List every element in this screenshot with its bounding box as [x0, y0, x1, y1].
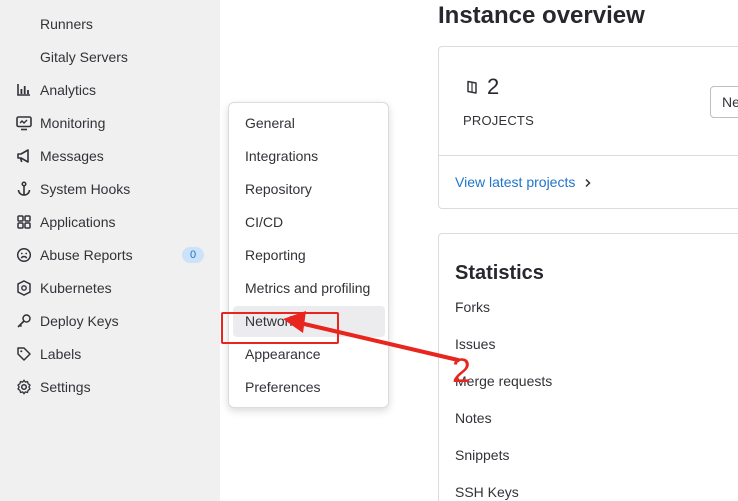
stat-snippets: Snippets [455, 447, 510, 463]
bullhorn-icon [16, 148, 32, 164]
page-title: Instance overview [438, 2, 645, 29]
sidebar-item-analytics[interactable]: Analytics [0, 75, 220, 105]
tag-icon [16, 346, 32, 362]
project-icon [465, 80, 479, 94]
menu-item-preferences[interactable]: Preferences [233, 372, 385, 403]
projects-label: PROJECTS [463, 113, 534, 128]
sidebar-item-label: Gitaly Servers [40, 49, 128, 65]
projects-count: 2 [487, 74, 500, 99]
chart-icon [16, 82, 32, 98]
statistics-title: Statistics [455, 262, 544, 284]
menu-item-label: Reporting [245, 247, 306, 263]
menu-item-label: CI/CD [245, 214, 284, 230]
monitor-icon [16, 115, 32, 131]
new-project-button[interactable]: New project [710, 86, 738, 118]
sidebar-item-label: Settings [40, 379, 91, 395]
stat-forks: Forks [455, 299, 490, 315]
sidebar-item-settings[interactable]: Settings [0, 372, 220, 402]
stat-ssh-keys: SSH Keys [455, 484, 519, 500]
menu-item-label: Repository [245, 181, 312, 197]
sidebar-item-label: Analytics [40, 82, 97, 98]
menu-item-repository[interactable]: Repository [233, 174, 385, 205]
stat-issues: Issues [455, 336, 496, 352]
sidebar-item-label: Runners [40, 16, 93, 32]
anchor-icon [16, 181, 32, 197]
gear-icon [16, 379, 32, 395]
sidebar-item-kubernetes[interactable]: Kubernetes [0, 273, 220, 303]
chevron-right-icon [583, 175, 593, 191]
menu-item-general[interactable]: General [233, 108, 385, 139]
sidebar-item-labels[interactable]: Labels [0, 339, 220, 369]
menu-item-label: Appearance [245, 346, 321, 362]
menu-item-metrics-and-profiling[interactable]: Metrics and profiling [233, 273, 385, 304]
menu-item-label: Preferences [245, 379, 321, 395]
grid-icon [16, 214, 32, 230]
annotation-highlight-box [221, 312, 339, 344]
view-latest-projects-link[interactable]: View latest projects [455, 174, 593, 191]
sidebar-item-label: Applications [40, 214, 116, 230]
projects-card: 2 PROJECTS New project View latest proje… [438, 46, 738, 209]
annotation-step-number: 2 [452, 352, 471, 390]
key-icon [16, 313, 32, 329]
sad-face-icon [16, 247, 32, 263]
sidebar-item-label: Abuse Reports [40, 247, 133, 263]
menu-item-reporting[interactable]: Reporting [233, 240, 385, 271]
sidebar-item-system-hooks[interactable]: System Hooks [0, 174, 220, 204]
sidebar-item-runners[interactable]: Runners [0, 9, 220, 39]
menu-item-label: Metrics and profiling [245, 280, 371, 296]
sidebar-item-label: Deploy Keys [40, 313, 119, 329]
statistics-card: Statistics Forks Issues Merge requests N… [438, 233, 738, 501]
view-link-label: View latest projects [455, 174, 576, 190]
menu-item-integrations[interactable]: Integrations [233, 141, 385, 172]
sidebar-item-deploy-keys[interactable]: Deploy Keys [0, 306, 220, 336]
sidebar-item-label: Kubernetes [40, 280, 112, 296]
sidebar-item-applications[interactable]: Applications [0, 207, 220, 237]
card-divider [439, 155, 738, 156]
sidebar-item-label: Messages [40, 148, 104, 164]
sidebar-item-abuse-reports[interactable]: Abuse Reports 0 [0, 240, 220, 270]
stat-notes: Notes [455, 410, 492, 426]
sidebar-item-gitaly-servers[interactable]: Gitaly Servers [0, 42, 220, 72]
sidebar-item-messages[interactable]: Messages [0, 141, 220, 171]
menu-item-ci-cd[interactable]: CI/CD [233, 207, 385, 238]
sidebar-item-monitoring[interactable]: Monitoring [0, 108, 220, 138]
admin-sidebar: Runners Gitaly Servers Analytics Monitor… [0, 0, 220, 501]
settings-flyout-menu: General Integrations Repository CI/CD Re… [228, 102, 389, 408]
sidebar-item-label: Monitoring [40, 115, 106, 131]
sidebar-item-label: System Hooks [40, 181, 131, 197]
sidebar-item-label: Labels [40, 346, 82, 362]
count-badge: 0 [182, 247, 204, 263]
menu-item-label: General [245, 115, 295, 131]
kubernetes-icon [16, 280, 32, 296]
menu-item-label: Integrations [245, 148, 319, 164]
